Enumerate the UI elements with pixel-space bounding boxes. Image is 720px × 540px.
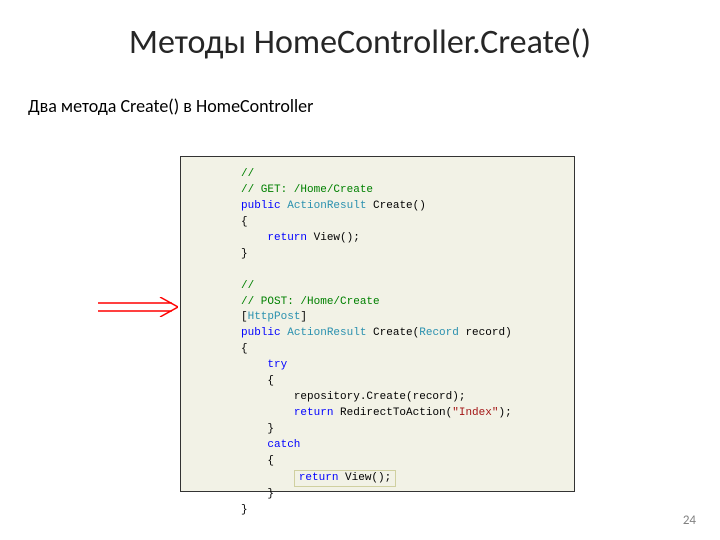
code-text: } [267,423,274,435]
code-block: // // GET: /Home/Create public ActionRes… [180,156,575,492]
page-number: 24 [683,513,696,528]
code-keyword: try [267,359,287,371]
arrow-indicator-icon [98,297,178,322]
code-keyword: return [299,472,339,484]
code-text: ] [300,311,307,323]
code-comment: // GET: /Home/Create [241,184,373,196]
code-comment: // POST: /Home/Create [241,296,380,308]
code-keyword: public [241,200,281,212]
code-text: } [241,248,248,260]
code-type: ActionResult [287,327,366,339]
code-comment: // [241,168,254,180]
subtitle: Два метода Create() в HomeController [0,63,720,117]
code-text: record) [459,327,512,339]
highlighted-line: return View(); [294,470,396,487]
code-text: RedirectToAction( [333,407,452,419]
code-text: View(); [307,232,360,244]
code-text: repository.Create(record); [294,391,466,403]
code-type: ActionResult [287,200,366,212]
code-comment: // [241,280,254,292]
code-text: { [267,375,274,387]
code-text: View(); [338,472,391,484]
code-keyword: return [267,232,307,244]
code-text: { [267,455,274,467]
code-text: ); [498,407,511,419]
code-keyword: public [241,327,281,339]
code-keyword: catch [267,439,300,451]
code-text: Create( [366,327,419,339]
code-type: HttpPost [248,311,301,323]
code-text: } [267,488,274,500]
code-text: } [241,504,248,516]
code-text: [ [241,311,248,323]
code-text: { [241,216,248,228]
page-title: Методы HomeController.Create() [0,0,720,63]
code-keyword: return [294,407,334,419]
code-text: Create() [366,200,425,212]
code-string: "Index" [452,407,498,419]
code-text: { [241,343,248,355]
code-type: Record [419,327,459,339]
